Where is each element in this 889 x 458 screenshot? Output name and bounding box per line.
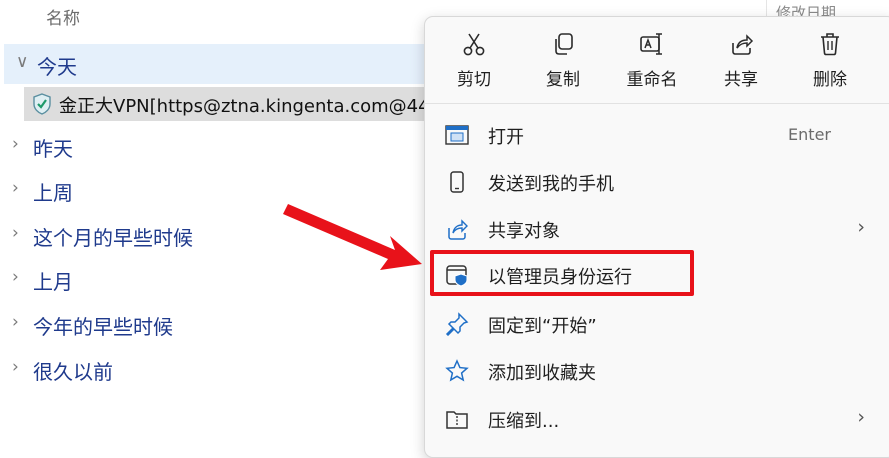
annotation-arrow-icon [283,204,422,270]
